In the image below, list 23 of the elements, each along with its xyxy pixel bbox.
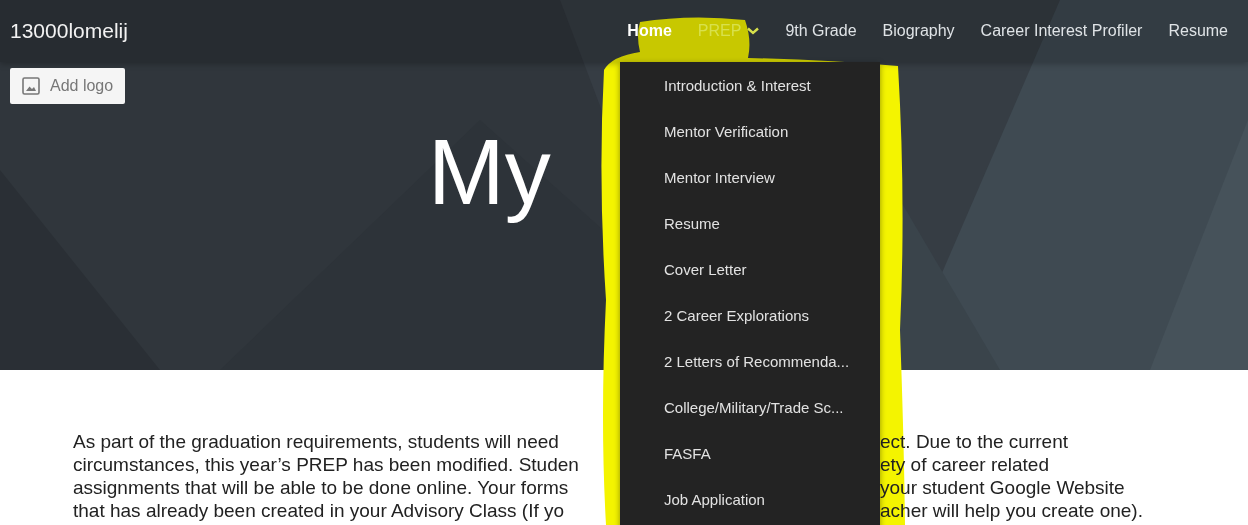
nav-link[interactable]: 9th Grade (785, 22, 857, 40)
body-text: assignments that will be able to be done online. Your forms (73, 476, 570, 499)
site-title[interactable]: 13000lomelij (10, 19, 628, 43)
menu-item[interactable]: Introduction & Interest (620, 62, 880, 108)
body-text: circumstances, this year’s PREP has been modified. Studen (73, 453, 580, 476)
nav-link[interactable]: Biography (882, 22, 955, 40)
menu-item[interactable]: Cover Letter (620, 246, 880, 292)
menu-item[interactable]: FASFA (620, 430, 880, 476)
menu-item[interactable]: 2 Career Explorations (620, 292, 880, 338)
menu-item[interactable]: 2 Letters of Recommenda... (620, 338, 880, 384)
menu-item[interactable]: Mentor Interview (620, 154, 880, 200)
hero-title: My (428, 121, 551, 223)
chevron-down-icon (747, 27, 760, 35)
body-text: that has already been created in your Advisory Class (If yo (73, 499, 566, 522)
menu-item[interactable]: Mentor Verification (620, 108, 880, 154)
nav-link[interactable]: Career Interest Profiler (980, 22, 1143, 40)
menu-item[interactable]: Job Application (620, 476, 880, 522)
menu-item[interactable]: Resume (620, 200, 880, 246)
add-logo-button[interactable]: Add logo (10, 68, 126, 104)
image-icon (22, 77, 40, 95)
menu-item[interactable]: College/Military/Trade Sc... (620, 384, 880, 430)
body-text: As part of the graduation requirements, students will need (73, 430, 560, 453)
nav-link[interactable]: Resume (1168, 22, 1228, 40)
